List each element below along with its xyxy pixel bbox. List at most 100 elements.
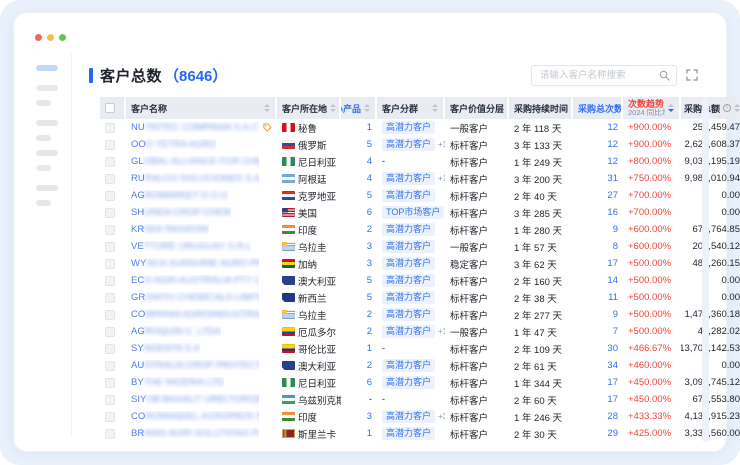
sort-icon[interactable]	[432, 104, 438, 112]
purchase-count[interactable]: 9	[573, 224, 623, 235]
sort-icon[interactable]	[264, 104, 270, 112]
header-trend[interactable]: 次数趋势 2024 同比增长率	[623, 97, 681, 119]
purchase-count[interactable]: 12	[573, 139, 623, 150]
core-products-count[interactable]: 1	[367, 122, 372, 133]
header-core-products[interactable]: 核心产品	[341, 97, 377, 119]
table-row[interactable]: SHUNDA CROP CHEM 美国 6 TOP市场客户 标杆客户 3 年 2…	[100, 204, 730, 221]
core-products-count[interactable]: 5	[367, 292, 372, 303]
core-products-count[interactable]: 2	[367, 360, 372, 371]
sort-icon[interactable]	[364, 104, 370, 112]
core-products-count[interactable]: 5	[367, 139, 372, 150]
customer-name-link[interactable]: AGROQUIN C. LTDA	[131, 326, 221, 337]
table-row[interactable]: BRAINS AGRI SOLUTIONS PVT LTD 斯里兰卡 1 高潜力…	[100, 425, 730, 442]
customer-name-link[interactable]: BRAINS AGRI SOLUTIONS PVT LTD	[131, 428, 259, 439]
purchase-count[interactable]: 17	[573, 258, 623, 269]
customer-name-link[interactable]: RURALCO SOLUCIONES S.A	[131, 173, 259, 184]
core-products-count[interactable]: 6	[367, 377, 372, 388]
row-checkbox[interactable]	[105, 293, 115, 303]
table-row[interactable]: SYNGENTA S.A 哥伦比亚 1 - 标杆客户 2 年 109 天 30 …	[100, 340, 730, 357]
table-row[interactable]: COMPANIA AGROINDUSTRIAL ALIANZ R... 乌拉圭 …	[100, 306, 730, 323]
table-row[interactable]: OOO TETRA AGRO 俄罗斯 5 高潜力客户 +1 标杆客户 3 年 1…	[100, 136, 730, 153]
customer-name-link[interactable]: AUSTRALIA CROP PROTECTION P...	[131, 360, 259, 371]
core-products-count[interactable]: 3	[367, 241, 372, 252]
row-checkbox[interactable]	[105, 191, 115, 201]
customer-name-link[interactable]: BYTHE NIGERIA LTD	[131, 377, 224, 388]
core-products-count[interactable]: 1	[367, 428, 372, 439]
core-products-count[interactable]: 3	[367, 258, 372, 269]
core-products-count[interactable]: 2	[367, 224, 372, 235]
core-products-count[interactable]: 2	[367, 309, 372, 320]
sidebar-item[interactable]	[36, 85, 58, 91]
purchase-count[interactable]: 28	[573, 411, 623, 422]
purchase-count[interactable]: 30	[573, 343, 623, 354]
sidebar-item[interactable]	[36, 100, 51, 106]
core-products-count[interactable]: 5	[367, 275, 372, 286]
row-checkbox[interactable]	[105, 140, 115, 150]
table-row[interactable]: VETTORE URUGUAY S.R.L 乌拉圭 3 高潜力客户 一般客户 1…	[100, 238, 730, 255]
sidebar-item[interactable]	[36, 200, 51, 206]
vertical-scrollbar[interactable]	[702, 97, 709, 442]
purchase-count[interactable]: 27	[573, 190, 623, 201]
close-window-icon[interactable]	[35, 34, 42, 41]
core-products-count[interactable]: 4	[367, 173, 372, 184]
row-checkbox[interactable]	[105, 429, 115, 439]
row-checkbox[interactable]	[105, 395, 115, 405]
purchase-count[interactable]: 16	[573, 207, 623, 218]
table-row[interactable]: NUTRITEC COMPANIA S.A.C 秘鲁 1 高潜力客户 一般客户 …	[100, 119, 730, 136]
table-row[interactable]: ECO AGRI AUSTRALIA PTY LIMITED 澳大利亚 5 高潜…	[100, 272, 730, 289]
table-row[interactable]: AGROQUIN C. LTDA 厄瓜多尔 2 高潜力客户 +1 一般客户 1 …	[100, 323, 730, 340]
table-row[interactable]: RURALCO SOLUCIONES S.A 阿根廷 4 高潜力客户 +1 标杆…	[100, 170, 730, 187]
purchase-count[interactable]: 8	[573, 241, 623, 252]
customer-name-link[interactable]: COROMANDEL AGROPACK PRIVATE L...	[131, 411, 259, 422]
sidebar-item[interactable]	[36, 185, 58, 191]
table-row[interactable]: AUSTRALIA CROP PROTECTION P... 澳大利亚 2 高潜…	[100, 357, 730, 374]
sidebar-item[interactable]	[36, 120, 58, 126]
customer-name-link[interactable]: KRISHI RASAYAN	[131, 224, 209, 235]
header-purchase-count[interactable]: 采购总次数	[573, 97, 623, 119]
header-location[interactable]: 客户所在地	[277, 97, 341, 119]
row-checkbox[interactable]	[105, 327, 115, 337]
customer-name-link[interactable]: OOO TETRA AGRO	[131, 139, 216, 150]
row-checkbox[interactable]	[105, 361, 115, 371]
customer-name-link[interactable]: VETTORE URUGUAY S.R.L	[131, 241, 251, 252]
purchase-count[interactable]: 7	[573, 326, 623, 337]
core-products-count[interactable]: 2	[367, 326, 372, 337]
core-products-count[interactable]: 4	[367, 156, 372, 167]
sidebar-item[interactable]	[36, 135, 51, 141]
customer-name-link[interactable]: SIYOB BAXALIT URELTORGEX X...	[131, 394, 259, 405]
row-checkbox[interactable]	[105, 378, 115, 388]
row-checkbox[interactable]	[105, 123, 115, 133]
customer-name-link[interactable]: GROWTH CHEMICALS LIMITED	[131, 292, 259, 303]
customer-name-link[interactable]: NUTRITEC COMPANIA S.A.C	[131, 122, 259, 133]
row-checkbox[interactable]	[105, 276, 115, 286]
header-segment[interactable]: 客户分群	[377, 97, 445, 119]
sidebar-item[interactable]	[36, 165, 51, 171]
table-row[interactable]: AGROMARKET D.O.O 克罗地亚 5 高潜力客户 标杆客户 2 年 4…	[100, 187, 730, 204]
header-value-tier[interactable]: 客户价值分层	[445, 97, 509, 119]
row-checkbox[interactable]	[105, 412, 115, 422]
table-row[interactable]: GLOBAL ALLIANCE FOR CHEMICA... 尼日利亚 4 - …	[100, 153, 730, 170]
purchase-count[interactable]: 34	[573, 360, 623, 371]
purchase-count[interactable]: 29	[573, 428, 623, 439]
row-checkbox[interactable]	[105, 174, 115, 184]
core-products-count[interactable]: 1	[367, 343, 372, 354]
purchase-count[interactable]: 11	[573, 292, 623, 303]
fullscreen-icon[interactable]	[686, 69, 698, 81]
header-duration[interactable]: 采购持续时间	[509, 97, 573, 119]
sidebar-item-active[interactable]	[36, 65, 58, 71]
purchase-count[interactable]: 17	[573, 394, 623, 405]
sort-icon[interactable]	[734, 104, 740, 112]
core-products-count[interactable]: 5	[367, 190, 372, 201]
customer-name-link[interactable]: WYNCA SUNSHINE AGRO PROD...	[131, 258, 259, 269]
purchase-count[interactable]: 9	[573, 309, 623, 320]
table-row[interactable]: BYTHE NIGERIA LTD 尼日利亚 6 高潜力客户 标杆客户 1 年 …	[100, 374, 730, 391]
search-icon[interactable]	[659, 70, 670, 81]
info-icon[interactable]: i	[723, 104, 731, 112]
purchase-count[interactable]: 31	[573, 173, 623, 184]
core-products-count[interactable]: 3	[367, 411, 372, 422]
select-all-checkbox[interactable]	[105, 103, 115, 113]
purchase-count[interactable]: 17	[573, 377, 623, 388]
table-row[interactable]: COROMANDEL AGROPACK PRIVATE L... 印度 3 高潜…	[100, 408, 730, 425]
customer-name-link[interactable]: COMPANIA AGROINDUSTRIAL ALIANZ R...	[131, 309, 259, 320]
table-row[interactable]: KRISHI RASAYAN 印度 2 高潜力客户 标杆客户 1 年 280 天…	[100, 221, 730, 238]
